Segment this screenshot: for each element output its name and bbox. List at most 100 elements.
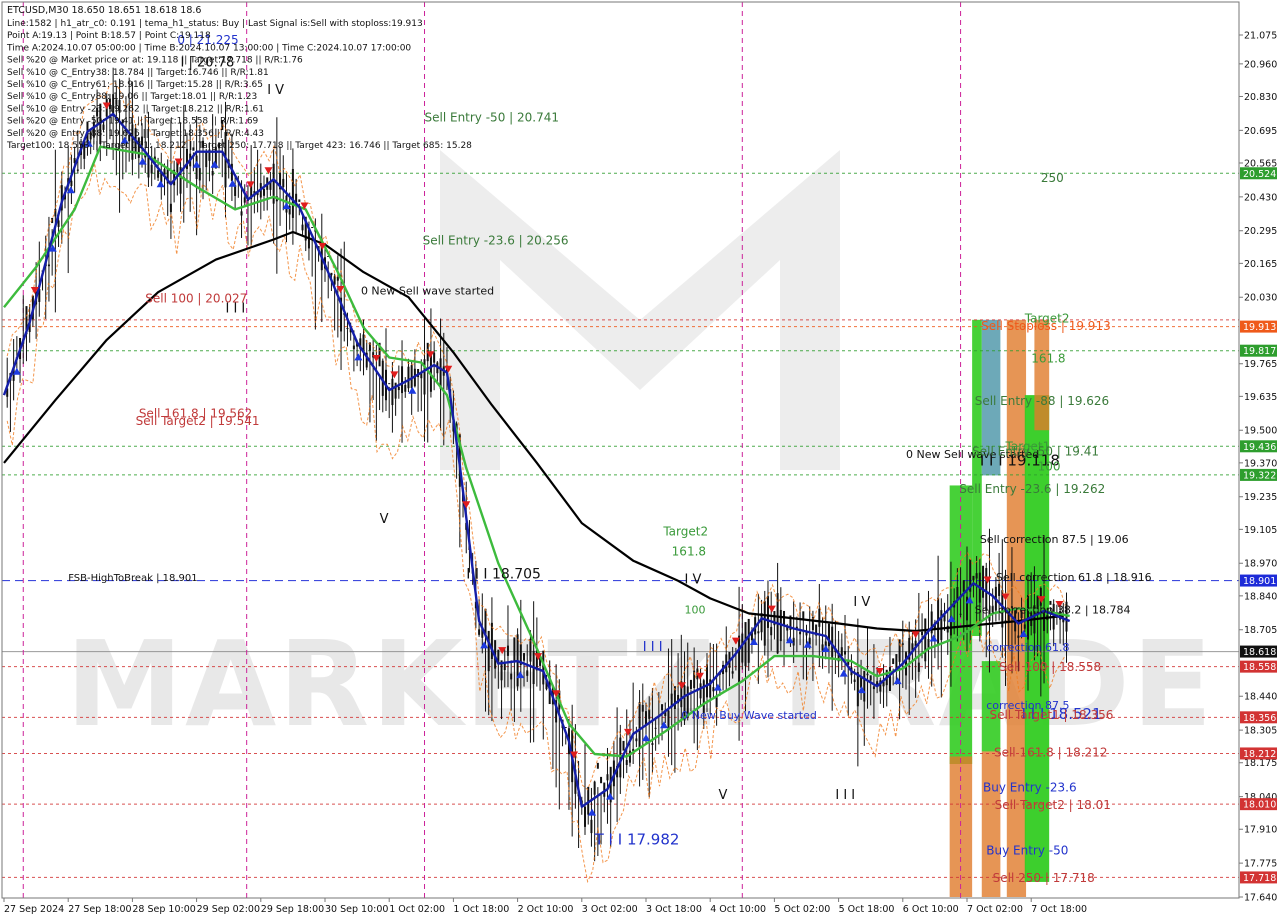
annotation-0: Sell Entry -50 | 20.741 — [425, 111, 559, 125]
candle-body — [959, 613, 962, 615]
annotation-33: Buy Entry -50 — [986, 843, 1068, 857]
candle-body — [705, 664, 708, 698]
candle-body — [397, 386, 400, 391]
candle-body — [147, 156, 150, 178]
price-tick-label-1: 20.960 — [1244, 59, 1277, 70]
candle-body — [526, 670, 529, 676]
annotation-36: 100 — [685, 603, 706, 616]
price-tick-label-14: 19.105 — [1244, 525, 1277, 536]
annotation-42: V — [719, 788, 728, 803]
price-tick-label-9: 19.765 — [1244, 359, 1277, 370]
annotation-2: 0 New Sell wave started — [361, 285, 494, 298]
candle-body — [282, 178, 285, 188]
price-tag-label-8: 18.356 — [1243, 713, 1276, 724]
candle-body — [699, 683, 702, 699]
annotation-40: I V — [685, 572, 702, 587]
price-tag-label-6: 18.618 — [1243, 647, 1276, 658]
candle-body — [872, 686, 875, 690]
candle-body — [593, 781, 596, 795]
candle-body — [641, 705, 644, 712]
candle-body — [802, 611, 805, 619]
annotation-41: I I I — [643, 640, 663, 655]
price-tick-label-24: 17.640 — [1244, 893, 1277, 904]
annotation-7: I I I 18.705 — [466, 566, 541, 582]
candle-body — [487, 630, 490, 672]
annotation-16: 161.8 — [1031, 351, 1065, 365]
candle-body — [57, 220, 60, 227]
candle-body — [975, 573, 978, 579]
annotation-19: Sell Entry -50 | 19.41 — [972, 444, 1099, 458]
candle-body — [157, 170, 160, 178]
time-tick-label-16: 7 Oct 18:00 — [1031, 904, 1087, 915]
price-tag-label-5: 18.901 — [1243, 576, 1276, 587]
annotation-30: Sell 161.8 | 18.212 — [994, 745, 1108, 759]
candle-body — [404, 384, 407, 392]
time-tick-label-4: 29 Sep 18:00 — [261, 904, 324, 915]
candle-body — [47, 264, 50, 267]
time-tick-label-9: 3 Oct 02:00 — [582, 904, 638, 915]
candle-body — [198, 168, 201, 181]
candle-body — [1017, 635, 1020, 638]
annotation-8: Target2 — [662, 525, 708, 539]
price-tick-label-19: 18.305 — [1244, 726, 1277, 737]
candle-body — [818, 608, 821, 627]
candle-body — [401, 366, 404, 394]
candle-body — [291, 169, 294, 218]
candle-body — [869, 675, 872, 681]
info-line-5: Sell %10 @ C_Entry61: 18.916 || Target:1… — [7, 80, 263, 90]
candle-body — [330, 272, 333, 276]
price-tick-label-11: 19.500 — [1244, 426, 1277, 437]
annotation-21: Sell Entry -23.6 | 19.262 — [959, 482, 1105, 496]
time-tick-label-15: 7 Oct 02:00 — [967, 904, 1023, 915]
candle-body — [853, 679, 856, 682]
candle-body — [298, 199, 301, 202]
candle-body — [70, 180, 73, 186]
candle-body — [763, 601, 766, 646]
annotation-44: I I I — [835, 788, 855, 803]
candle-body — [529, 638, 532, 662]
time-tick-label-7: 1 Oct 18:00 — [453, 904, 509, 915]
candle-body — [962, 580, 965, 592]
candle-body — [600, 776, 603, 784]
price-chart[interactable]: MARKETZITRADE Sell Entry -50 | 20.741Sel… — [0, 0, 1280, 920]
candle-body — [744, 622, 747, 667]
price-tick-label-6: 20.295 — [1244, 226, 1277, 237]
price-tick-label-7: 20.165 — [1244, 259, 1277, 270]
info-line-7: Sell %10 @ Entry -23: 19.262 || Target:1… — [7, 104, 264, 114]
candle-body — [263, 188, 266, 196]
candle-body — [738, 635, 741, 683]
time-tick-label-6: 1 Oct 02:00 — [389, 904, 445, 915]
candle-body — [433, 352, 436, 363]
annotation-32: Sell Target2 | 18.01 — [995, 798, 1111, 812]
price-tag-label-3: 19.436 — [1243, 442, 1276, 453]
price-tag-label-1: 19.913 — [1243, 322, 1276, 333]
candle-body — [905, 652, 908, 676]
candle-body — [590, 819, 593, 834]
price-tag-label-2: 19.817 — [1243, 346, 1276, 357]
price-tag-label-7: 18.558 — [1243, 662, 1276, 673]
candle-body — [901, 643, 904, 645]
candle-body — [407, 366, 410, 389]
candle-body — [150, 164, 153, 174]
symbol-line: ETCUSD,M30 18.650 18.651 18.618 18.6 — [7, 5, 201, 16]
price-tag-label-4: 19.322 — [1243, 470, 1276, 481]
annotation-43: I V — [853, 595, 870, 610]
annotation-24: Sell correction 38.2 | 18.784 — [975, 603, 1131, 616]
candle-body — [638, 702, 641, 749]
candle-body — [635, 738, 638, 742]
price-tick-label-13: 19.235 — [1244, 492, 1277, 503]
price-tag-label-11: 17.718 — [1243, 873, 1276, 884]
annotation-15: Target2 — [1024, 311, 1070, 325]
candle-body — [741, 633, 744, 663]
candle-body — [523, 653, 526, 661]
candle-body — [439, 358, 442, 389]
candle-body — [766, 596, 769, 628]
candle-body — [982, 565, 985, 598]
candle-body — [998, 583, 1001, 596]
candle-body — [844, 651, 847, 655]
candle-body — [856, 672, 859, 707]
candle-body — [625, 760, 628, 765]
candle-body — [689, 679, 692, 689]
time-tick-label-5: 30 Sep 10:00 — [325, 904, 388, 915]
candle-body — [596, 762, 599, 769]
